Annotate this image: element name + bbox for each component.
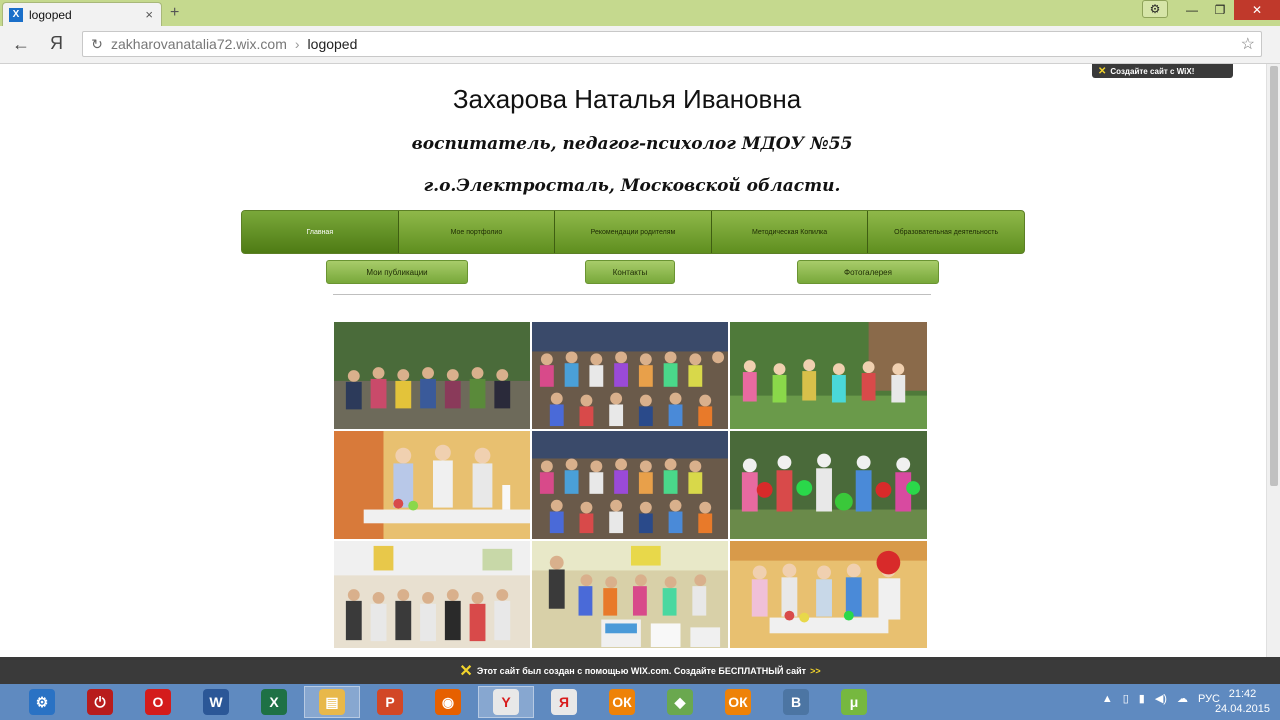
reload-icon[interactable]: ↻ (83, 36, 111, 53)
address-path: logoped (307, 36, 358, 52)
taskbar-app-yandex-browser[interactable]: Y (478, 686, 534, 718)
taskbar-app-excel[interactable]: X (246, 686, 302, 718)
control-panel-icon: ⚙ (29, 689, 55, 715)
taskbar-app-word[interactable]: W (188, 686, 244, 718)
utorrent-icon: μ (841, 689, 867, 715)
system-tray: ▲ ▯ ▮ ◀) ☁ РУС (1102, 692, 1220, 706)
wix-favicon-icon: X (9, 7, 23, 22)
firefox-icon: ◉ (435, 689, 461, 715)
yandex-home-button[interactable]: Я (50, 33, 63, 54)
menu-item-portfolio[interactable]: Мое портфолио (399, 211, 556, 253)
web-page: ✕ Создайте сайт с WiX! Захарова Наталья … (0, 64, 1266, 657)
taskbar-clock[interactable]: 21:42 24.04.2015 (1215, 687, 1270, 717)
photo-collage (333, 321, 928, 649)
windows-taskbar: ⚙ ⏻ O W X ▤ P ◉ Y Я ОК ◆ ОК Bμ ▲ ▯ ▮ ◀) ☁ РУС 21:42 2… (0, 684, 1280, 720)
menu-item-methodical[interactable]: Методическая Копилка (712, 211, 869, 253)
main-navigation-menu: Главная Мое портфолио Рекомендации родит… (241, 210, 1025, 254)
clock-time: 21:42 (1228, 688, 1257, 700)
vk-icon: B (783, 689, 809, 715)
tray-network-icon[interactable]: ▯ (1123, 692, 1129, 705)
odnoklassniki-icon: ОК (609, 689, 635, 715)
power-icon: ⏻ (87, 689, 113, 715)
wix-footer-arrows: >> (810, 665, 821, 676)
page-subtitle-position: воспитатель, педагог-психолог МДОУ №55 (411, 134, 853, 154)
photo-children-posters (531, 540, 729, 649)
photo-children-indoor-group (531, 321, 729, 430)
wix-create-site-badge[interactable]: ✕ Создайте сайт с WiX! (1092, 64, 1233, 78)
taskbar-app-yandex[interactable]: Я (536, 686, 592, 718)
taskbar-app-utorrent[interactable]: μ (826, 686, 882, 718)
odnoklassniki-2-icon: ОК (725, 689, 751, 715)
explorer-icon: ▤ (319, 689, 345, 715)
address-separator: › (294, 36, 300, 52)
back-arrow-icon[interactable]: ← (12, 34, 30, 55)
tray-lang-icon[interactable]: ☁ (1177, 692, 1188, 705)
settings-gear-icon[interactable]: ⚙ (1142, 0, 1168, 18)
wix-footer-text: Этот сайт был создан с помощью WIX.com. … (476, 665, 807, 676)
close-window-button[interactable]: ✕ (1234, 0, 1280, 20)
taskbar-app-powerpoint[interactable]: P (362, 686, 418, 718)
taskbar-app-android[interactable]: ◆ (652, 686, 708, 718)
tray-volume-icon[interactable]: ◀) (1155, 692, 1167, 705)
taskbar-app-power[interactable]: ⏻ (72, 686, 128, 718)
menu-item-home[interactable]: Главная (242, 211, 399, 253)
photo-gallery-button[interactable]: Фотогалерея (797, 260, 939, 284)
clock-date: 24.04.2015 (1214, 703, 1270, 715)
taskbar-app-odnoklassniki[interactable]: ОК (594, 686, 650, 718)
page-title: Захарова Наталья Ивановна (452, 84, 802, 114)
browser-toolbar: ← Я ↻ zakharovanatalia72.wix.com › logop… (0, 26, 1280, 64)
scrollbar-thumb[interactable] (1270, 66, 1278, 486)
bookmark-star-icon[interactable]: ☆ (1241, 34, 1255, 54)
photo-children-group-indoor-2 (531, 430, 729, 540)
window-controls: ⚙ — ❐ ✕ (1142, 0, 1280, 20)
android-icon: ◆ (667, 689, 693, 715)
photo-children-classroom (333, 540, 531, 649)
photo-children-clown-table (729, 540, 928, 649)
yandex-icon: Я (551, 689, 577, 715)
wix-badge-label: Создайте сайт с WiX! (1110, 66, 1195, 76)
minimize-button[interactable]: — (1178, 0, 1206, 20)
address-domain: zakharovanatalia72.wix.com (111, 36, 287, 52)
excel-icon: X (261, 689, 287, 715)
wix-logo-icon: ✕ (459, 662, 473, 680)
taskbar-app-odnoklassniki-2[interactable]: ОК (710, 686, 766, 718)
page-subtitle-location: г.о.Электросталь, Московской области. (423, 176, 841, 196)
tab-title: logoped (29, 7, 72, 22)
photo-children-balloons (729, 430, 928, 540)
wix-x-icon: ✕ (1098, 65, 1107, 77)
yandex-browser-icon: Y (493, 689, 519, 715)
address-bar[interactable]: ↻ zakharovanatalia72.wix.com › logoped ☆ (82, 31, 1262, 57)
word-icon: W (203, 689, 229, 715)
browser-titlebar: X logoped × + ⚙ — ❐ ✕ (0, 0, 1280, 26)
page-scrollbar[interactable] (1266, 64, 1280, 657)
photo-children-outdoor-play (729, 321, 928, 430)
new-tab-button[interactable]: + (170, 4, 179, 22)
menu-item-parents-recommendations[interactable]: Рекомендации родителям (555, 211, 712, 253)
tray-signal-icon[interactable]: ▮ (1139, 692, 1145, 705)
tray-expand-icon[interactable]: ▲ (1102, 693, 1113, 705)
photo-children-outdoor-group (333, 321, 531, 430)
restore-button[interactable]: ❐ (1206, 0, 1234, 20)
publications-button[interactable]: Мои публикации (326, 260, 468, 284)
menu-item-education[interactable]: Образовательная деятельность (868, 211, 1024, 253)
contacts-button[interactable]: Контакты (585, 260, 675, 284)
taskbar-app-vk[interactable]: B (768, 686, 824, 718)
photo-children-table-activity (333, 430, 531, 540)
taskbar-app-control-panel[interactable]: ⚙ (14, 686, 70, 718)
powerpoint-icon: P (377, 689, 403, 715)
browser-tab[interactable]: X logoped × (2, 2, 162, 26)
taskbar-app-firefox[interactable]: ◉ (420, 686, 476, 718)
taskbar-app-explorer[interactable]: ▤ (304, 686, 360, 718)
taskbar-app-opera[interactable]: O (130, 686, 186, 718)
divider-line (333, 294, 931, 295)
wix-footer-banner[interactable]: ✕ Этот сайт был создан с помощью WIX.com… (0, 657, 1280, 684)
tab-close-icon[interactable]: × (145, 7, 153, 22)
opera-icon: O (145, 689, 171, 715)
